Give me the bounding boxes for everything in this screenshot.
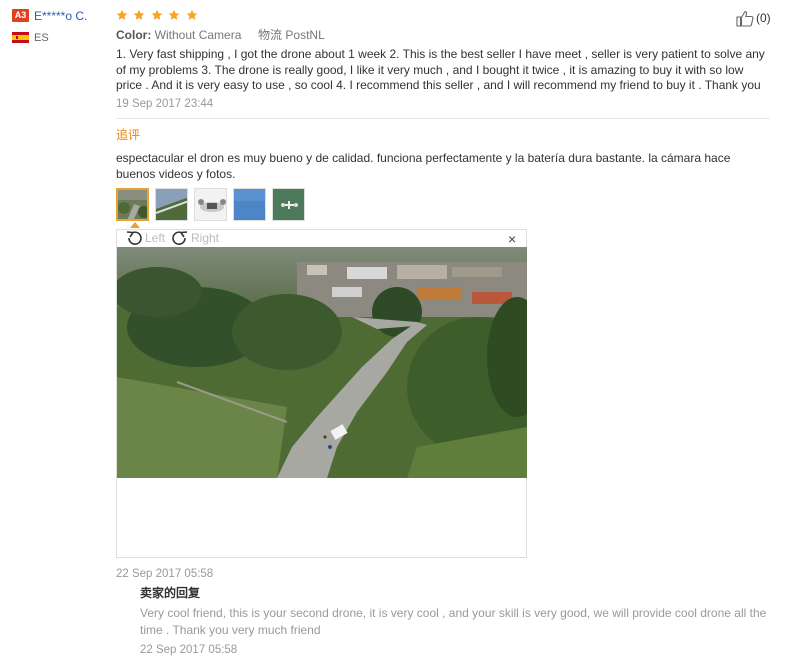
buyer-level-badge: A3 [12, 9, 29, 22]
followup-date: 22 Sep 2017 05:58 [116, 568, 214, 580]
helpful-button[interactable]: (0) [736, 9, 771, 27]
rotate-right-button[interactable]: Right [171, 230, 219, 246]
rotate-right-icon [172, 231, 188, 245]
color-value: Without Camera [154, 28, 242, 42]
rotate-left-icon [126, 231, 142, 245]
photo-thumbnail[interactable] [155, 188, 188, 221]
star-icon [116, 9, 128, 20]
close-viewer-button[interactable]: × [508, 232, 516, 246]
star-icon [169, 9, 180, 20]
review-text: 1. Very fast shipping , I got the drone … [116, 47, 765, 92]
spain-flag-icon [12, 32, 29, 43]
rotate-right-label: Right [191, 231, 220, 245]
rotate-left-label: Left [145, 231, 166, 245]
selected-thumbnail-pointer [130, 222, 140, 228]
reviewer-name[interactable]: E*****o C. [34, 8, 87, 24]
divider [116, 118, 770, 119]
photo-thumbnail[interactable] [272, 188, 305, 221]
star-icon [134, 9, 145, 20]
star-icon [186, 9, 198, 20]
thumbs-up-icon [736, 10, 754, 27]
reviewer-country: ES [34, 32, 49, 44]
review-photo [117, 247, 527, 478]
order-info: Color: Without Camera 物流 PostNL [116, 28, 325, 42]
helpful-count: (0) [756, 11, 771, 25]
photo-thumbnail[interactable] [194, 188, 227, 221]
star-icon [151, 9, 163, 20]
rating-stars [116, 8, 199, 24]
followup-text: espectacular el dron es muy bueno y de c… [116, 151, 731, 181]
seller-reply-date: 22 Sep 2017 05:58 [140, 644, 238, 656]
followup-label: 追评 [116, 128, 141, 142]
photo-thumbnail[interactable] [116, 188, 149, 221]
shipping-label: 物流 [258, 28, 283, 42]
photo-thumbnail[interactable] [233, 188, 266, 221]
rotate-left-button[interactable]: Left [125, 230, 165, 246]
review-date: 19 Sep 2017 23:44 [116, 97, 214, 110]
shipping-value: PostNL [285, 28, 325, 42]
seller-reply-text: Very cool friend, this is your second dr… [140, 606, 767, 637]
color-label: Color: [116, 28, 152, 42]
review-body: 1. Very fast shipping , I got the drone … [116, 47, 766, 111]
seller-reply-label: 卖家的回复 [140, 586, 201, 600]
